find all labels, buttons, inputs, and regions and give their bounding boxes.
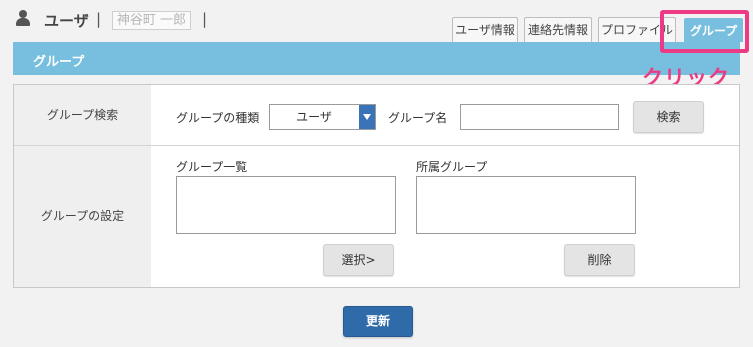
update-button[interactable]: 更新 [343,306,413,337]
member-group-label: 所属グループ [416,160,488,174]
group-name-input[interactable] [460,104,619,130]
group-list-box[interactable] [176,176,396,234]
group-panel: グループ検索 グループの設定 グループの種類 ユーザ グループ名 検索 グループ… [13,84,740,288]
user-name: 神谷町 一郎 [112,11,191,30]
group-type-label: グループの種類 [176,111,260,125]
section-title: グループ [33,55,85,70]
section-header: グループ [13,42,740,75]
user-icon [16,10,30,26]
member-group-box[interactable] [416,176,636,234]
group-type-value: ユーザ [296,110,332,124]
delete-button[interactable]: 削除 [564,244,635,276]
group-list-label: グループ一覧 [176,160,248,174]
select-button[interactable]: 選択> [323,244,394,276]
group-search-label: グループ検索 [14,85,151,145]
group-name-label: グループ名 [388,111,448,125]
click-highlight-box [660,10,749,53]
group-type-select[interactable]: ユーザ [269,104,376,130]
top-bar: ユーザ | 神谷町 一郎 | ユーザ情報 連絡先情報 プロファイル グループ [0,0,753,44]
search-button[interactable]: 検索 [633,101,704,133]
separator-right: | [202,10,208,28]
tab-user-info[interactable]: ユーザ情報 [452,17,518,42]
user-label: ユーザ [44,12,89,30]
tab-contact-info[interactable]: 連絡先情報 [524,17,592,42]
chevron-down-icon[interactable] [359,105,375,129]
group-settings-label: グループの設定 [14,146,151,287]
separator-left: | [96,10,102,28]
